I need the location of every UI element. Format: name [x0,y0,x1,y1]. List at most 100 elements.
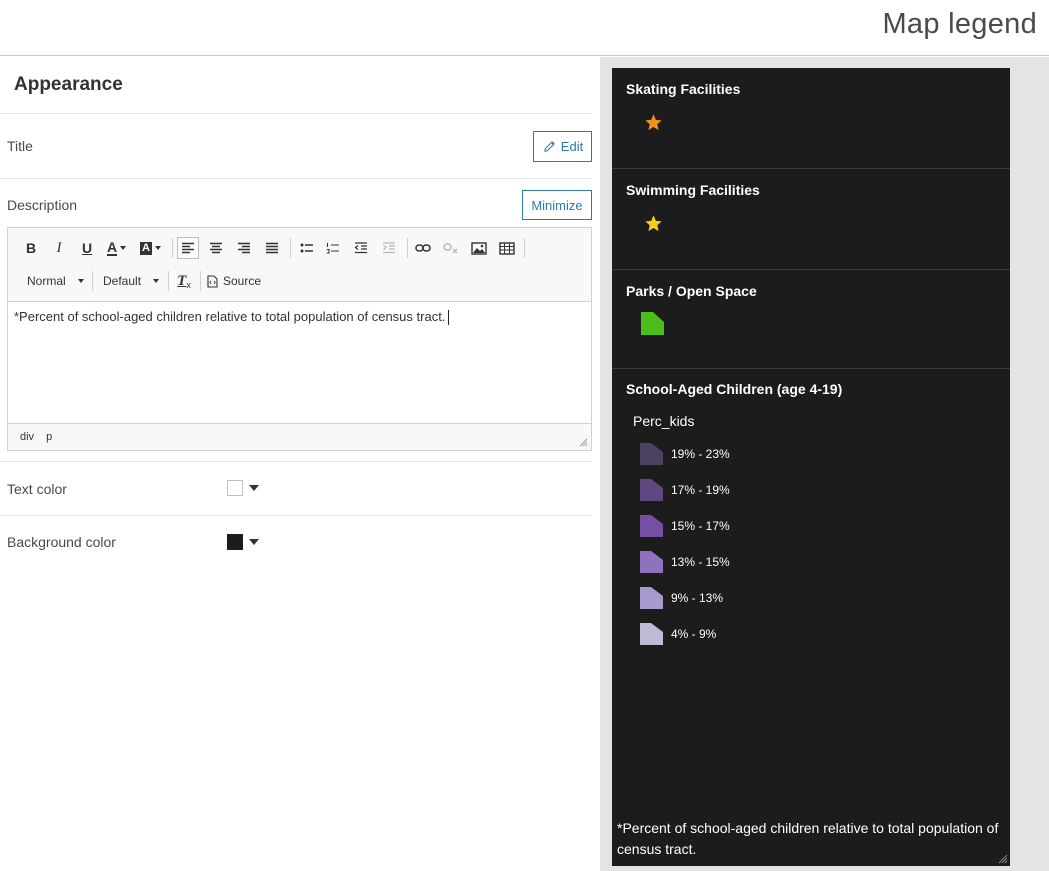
toolbar-separator [92,271,93,291]
class-swatch [640,587,663,609]
chevron-down-icon [154,246,161,250]
app-header: Map legend [0,0,1049,56]
align-left-icon [182,242,194,254]
editor-text: *Percent of school-aged children relativ… [14,309,446,324]
legend-section-school-aged-children: School-Aged Children (age 4-19) Perc_kid… [612,369,1010,809]
toolbar-separator [290,238,291,258]
rich-text-editor: B I U A A Normal Default T x Source *Per… [7,227,592,451]
chevron-down-icon [153,279,160,283]
class-label: 13% - 15% [671,555,730,569]
chevron-down-icon [77,279,84,283]
source-button[interactable]: Source [207,274,261,288]
legend-class-item: 9% - 13% [640,587,723,609]
description-label: Description [7,197,78,213]
panel-heading: Appearance [14,74,123,95]
toolbar-separator [200,271,201,291]
class-label: 15% - 17% [671,519,730,533]
minimize-button-label: Minimize [531,197,583,213]
justify-icon [266,242,278,254]
bulleted-list-button[interactable] [296,237,318,259]
increase-indent-icon [383,242,395,254]
font-select[interactable]: Default [103,274,160,288]
resize-grip-icon[interactable] [579,438,588,447]
minimize-button[interactable]: Minimize [522,190,592,220]
class-swatch [640,443,663,465]
legend-class-item: 15% - 17% [640,515,730,537]
link-icon [415,244,431,252]
format-select-value: Normal [27,274,66,288]
background-color-swatch[interactable] [227,534,243,550]
edit-button-label: Edit [560,139,584,154]
class-label: 19% - 23% [671,447,730,461]
toolbar-separator [407,238,408,258]
legend-class-item: 17% - 19% [640,479,730,501]
class-label: 9% - 13% [671,591,724,605]
class-label: 17% - 19% [671,483,730,497]
divider [0,461,592,462]
divider [0,113,592,114]
bulleted-list-icon [300,243,313,253]
legend-description: *Percent of school-aged children relativ… [617,820,999,857]
text-color-swatch[interactable] [227,480,243,496]
table-button[interactable] [496,237,518,259]
text-color-button[interactable]: A [104,237,132,259]
numbered-list-icon [326,243,339,254]
class-label: 4% - 9% [671,627,717,641]
legend-field-name: Perc_kids [633,413,695,429]
text-color-label: Text color [7,481,67,497]
legend-section-title: School-Aged Children (age 4-19) [626,381,843,397]
class-swatch [640,515,663,537]
font-select-value: Default [103,274,142,288]
title-label: Title [7,138,33,154]
chevron-down-icon [120,246,127,250]
chevron-down-icon[interactable] [249,539,259,545]
bold-button[interactable]: B [20,237,42,259]
underline-button[interactable]: U [76,237,98,259]
editor-content[interactable]: *Percent of school-aged children relativ… [8,303,591,423]
legend-class-item: 4% - 9% [640,623,716,645]
star-icon [645,114,662,131]
numbered-list-button[interactable] [322,237,344,259]
image-button[interactable] [468,237,490,259]
source-label: Source [223,274,262,288]
chevron-down-icon[interactable] [249,485,259,491]
toolbar-separator [172,238,173,258]
polygon-swatch [641,312,664,335]
source-icon [207,274,218,288]
toolbar-separator [168,271,169,291]
justify-button[interactable] [261,237,283,259]
clear-formatting-button[interactable]: Tx [173,270,195,292]
legend-section-swimming: Swimming Facilities [612,169,1010,270]
legend-class-item: 13% - 15% [640,551,730,573]
class-swatch [640,479,663,501]
background-color-label: Background color [7,534,116,550]
align-right-icon [238,242,250,254]
class-swatch [640,551,663,573]
decrease-indent-icon [354,242,367,254]
background-color-button[interactable]: A [138,237,168,259]
legend-class-item: 19% - 23% [640,443,730,465]
edit-title-button[interactable]: Edit [533,131,592,162]
legend-section-title: Skating Facilities [626,81,741,97]
align-center-button[interactable] [205,237,227,259]
toolbar-separator [524,238,525,258]
decrease-indent-button[interactable] [350,237,372,259]
legend-section-title: Swimming Facilities [626,182,760,198]
divider [0,178,592,179]
unlink-button[interactable] [440,237,462,259]
path-p[interactable]: p [46,431,52,443]
increase-indent-button[interactable] [378,237,400,259]
table-icon [499,241,515,255]
align-center-icon [210,242,222,254]
align-left-button[interactable] [177,237,199,259]
align-right-button[interactable] [233,237,255,259]
editor-toolbar: B I U A A Normal Default T x Source [8,228,591,302]
legend-section-skating: Skating Facilities [612,68,1010,169]
format-select[interactable]: Normal [27,274,84,288]
resize-grip-icon[interactable] [998,854,1008,864]
text-cursor [448,310,450,326]
link-button[interactable] [412,237,434,259]
appearance-panel: Appearance Title Edit Description Minimi… [0,57,600,871]
path-div[interactable]: div [20,431,34,443]
italic-button[interactable]: I [48,237,70,259]
